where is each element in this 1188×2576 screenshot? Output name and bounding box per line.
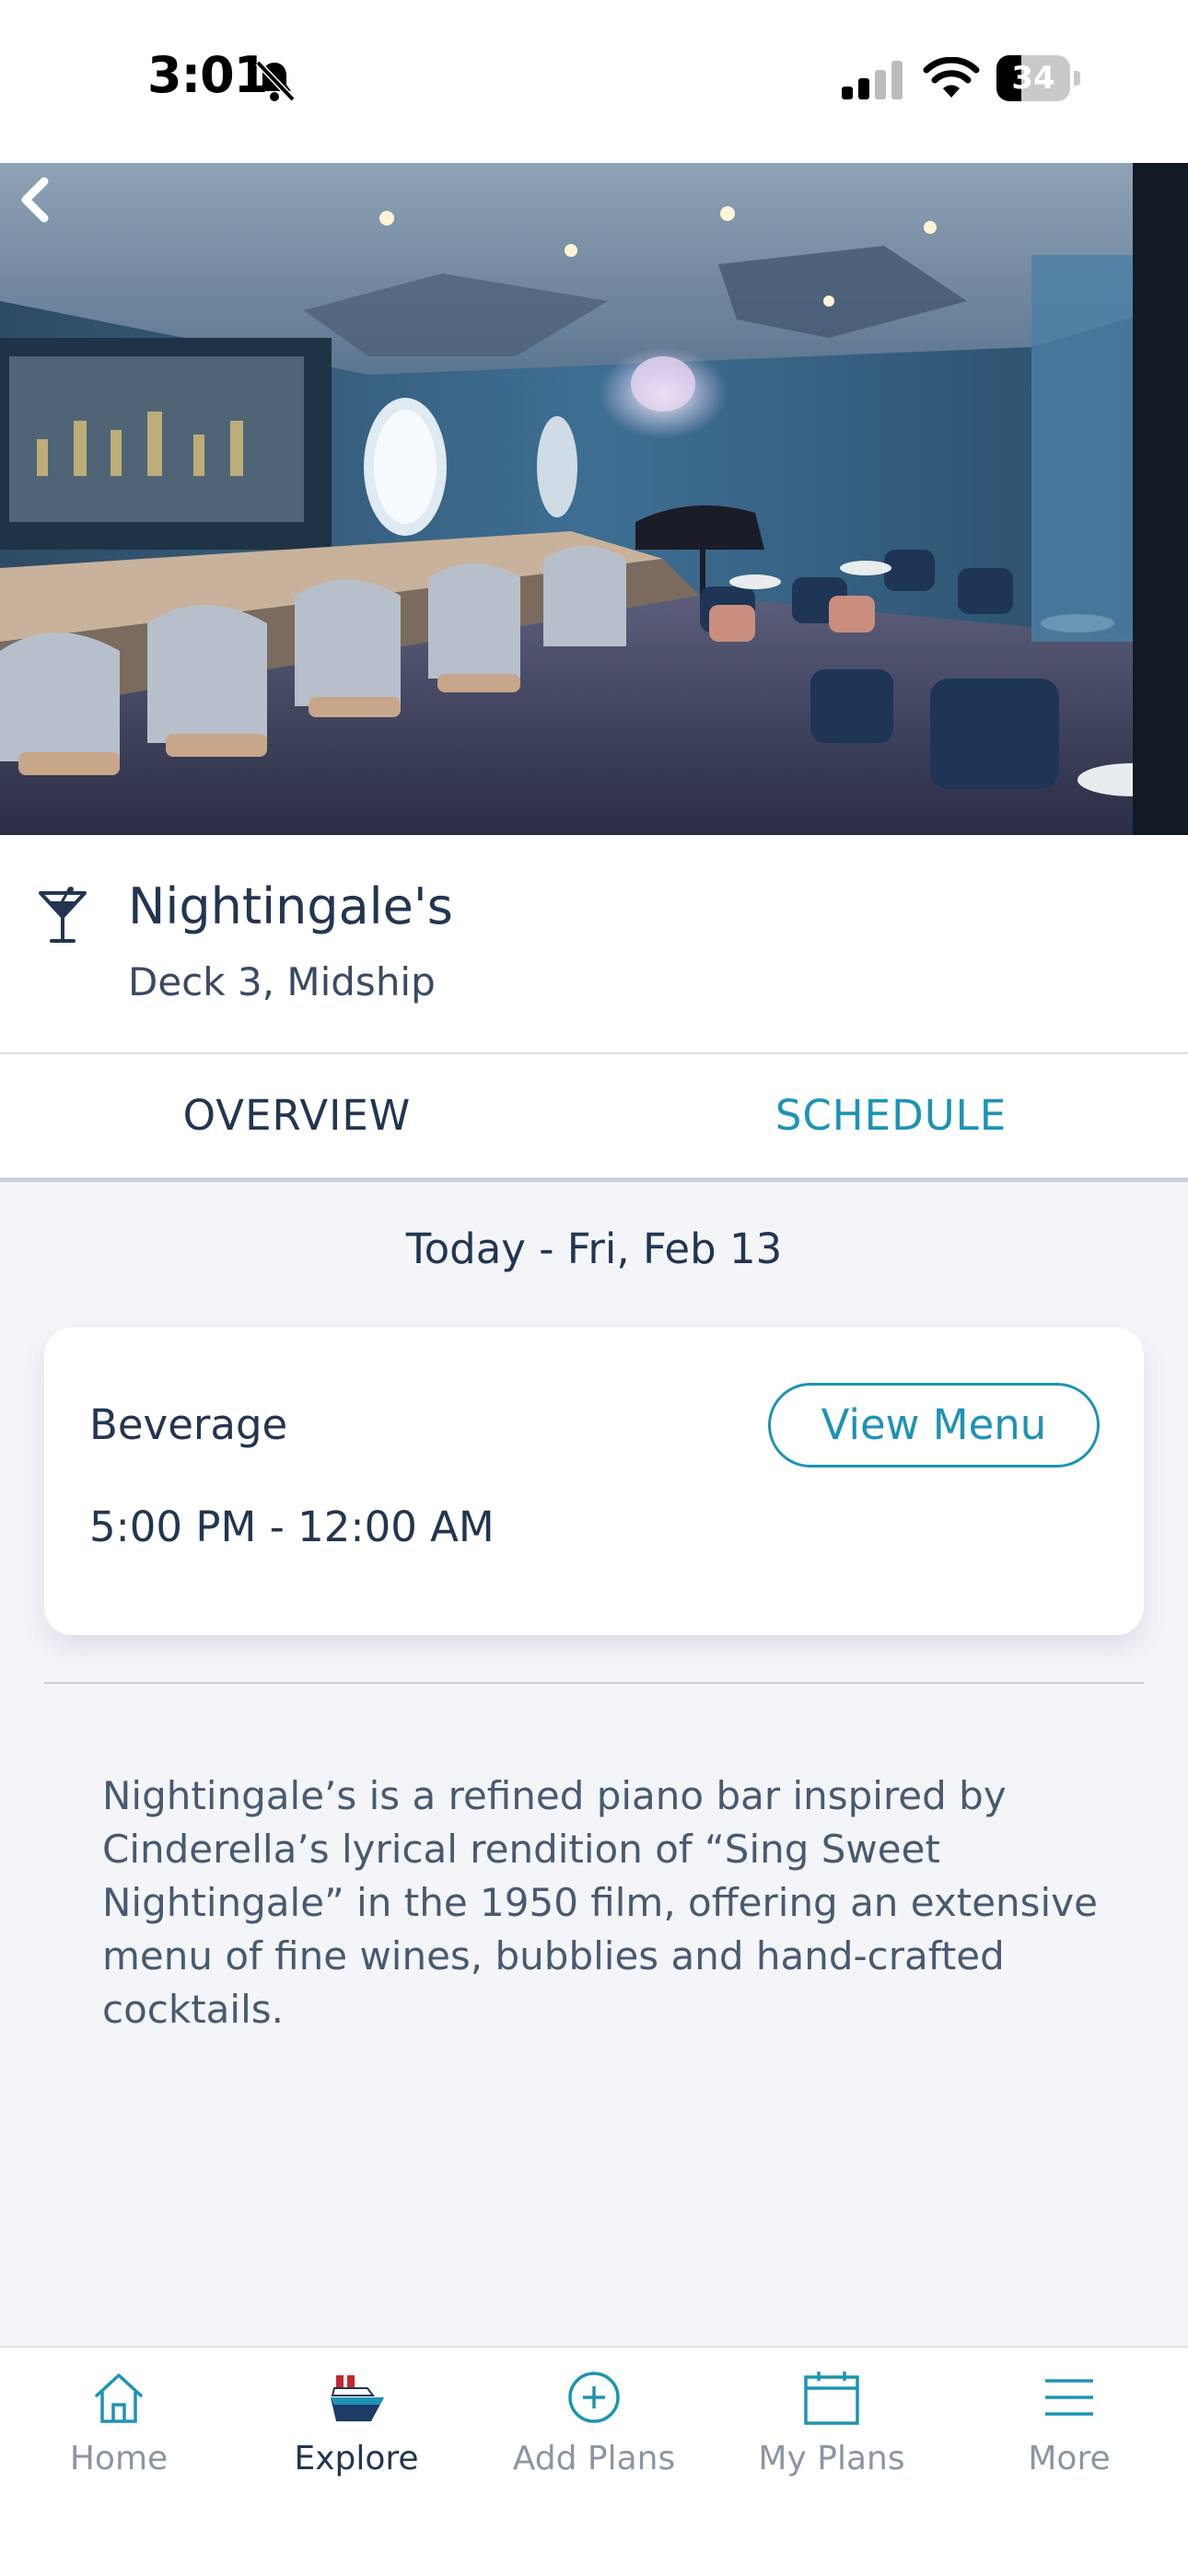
schedule-card: Beverage View Menu 5:00 PM - 12:00 AM — [44, 1328, 1144, 1635]
nav-add-plans-label: Add Plans — [512, 2440, 676, 2477]
nav-home[interactable]: Home — [0, 2348, 238, 2532]
venue-location: Deck 3, Midship — [128, 959, 436, 1004]
cocktail-glass-icon — [39, 887, 87, 943]
cellular-signal-icon — [842, 61, 903, 99]
venue-header: Nightingale's Deck 3, Midship — [0, 835, 1188, 1054]
venue-description: Nightingale’s is a refined piano bar ins… — [102, 1773, 1098, 2032]
view-menu-button[interactable]: View Menu — [768, 1383, 1100, 1468]
tab-schedule[interactable]: SCHEDULE — [594, 1054, 1188, 1178]
schedule-hours: 5:00 PM - 12:00 AM — [89, 1503, 495, 1551]
status-time: 3:01 — [147, 46, 268, 104]
calendar-icon — [804, 2372, 859, 2425]
nav-more-label: More — [1028, 2440, 1111, 2477]
nav-explore-label: Explore — [294, 2440, 419, 2477]
nav-home-label: Home — [69, 2440, 169, 2477]
wifi-icon — [923, 57, 980, 98]
schedule-card-title: Beverage — [89, 1400, 288, 1449]
menu-icon — [1045, 2379, 1093, 2416]
nav-more[interactable]: More — [950, 2348, 1188, 2532]
nav-my-plans-label: My Plans — [758, 2440, 905, 2477]
plus-circle-icon — [568, 2372, 620, 2423]
tab-overview[interactable]: OVERVIEW — [0, 1054, 594, 1178]
home-icon — [95, 2373, 143, 2423]
piano-bar-photo — [0, 163, 1188, 835]
section-divider — [44, 1682, 1144, 1684]
back-chevron-icon[interactable] — [0, 163, 74, 237]
nav-my-plans[interactable]: My Plans — [713, 2348, 950, 2532]
status-bar: 3:01 34 — [0, 0, 1188, 163]
bell-slash-icon — [255, 60, 296, 102]
ship-icon — [331, 2375, 384, 2421]
schedule-date-heading: Today - Fri, Feb 13 — [405, 1224, 783, 1273]
bottom-navigation: Home Explore Add Plans My Plans More — [0, 2346, 1188, 2576]
tab-bar: OVERVIEW SCHEDULE — [0, 1054, 1188, 1182]
nav-explore[interactable]: Explore — [238, 2348, 475, 2532]
nav-add-plans[interactable]: Add Plans — [475, 2348, 713, 2532]
venue-name: Nightingale's — [128, 877, 453, 935]
battery-indicator: 34 — [996, 55, 1081, 101]
venue-hero-image — [0, 163, 1188, 835]
battery-level: 34 — [1011, 60, 1055, 97]
